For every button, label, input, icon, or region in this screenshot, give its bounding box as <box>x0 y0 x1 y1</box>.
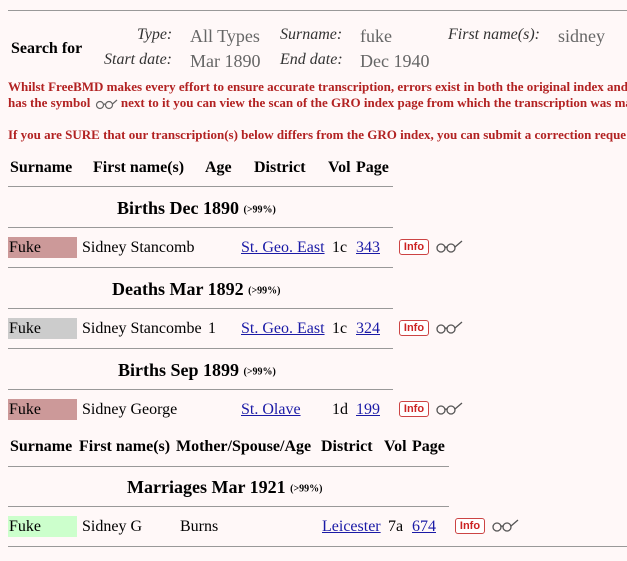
district-link[interactable]: Leicester <box>322 518 381 536</box>
col-vol-header: Vol <box>384 438 407 455</box>
start-date-value: Mar 1890 <box>190 51 261 71</box>
vol-cell: 1c <box>332 239 348 256</box>
scan-glasses-icon[interactable] <box>490 517 520 533</box>
end-date-label: End date: <box>280 51 343 68</box>
surname-cell: Fuke <box>9 518 41 535</box>
col-page-header: Page <box>412 438 445 455</box>
firstnames-value: sidney <box>558 26 605 46</box>
scan-glasses-icon[interactable] <box>434 400 464 416</box>
section-title: Births Dec 1890 (>99%) <box>117 198 276 218</box>
section-title: Deaths Mar 1892 (>99%) <box>112 279 281 299</box>
info-button[interactable]: Info <box>455 518 485 534</box>
col-surname-header: Surname <box>10 438 73 455</box>
scan-glasses-icon[interactable] <box>434 319 464 335</box>
rule <box>8 466 449 467</box>
end-date-value: Dec 1940 <box>360 51 430 71</box>
section-title: Births Sep 1899 (>99%) <box>118 360 276 380</box>
rule <box>8 186 393 187</box>
age-cell: 1 <box>208 320 216 337</box>
notice-line-2: has the symbol next to it you can view t… <box>8 95 627 111</box>
col-district-header: District <box>321 438 373 455</box>
surname-cell: Fuke <box>9 239 41 256</box>
col-page-header: Page <box>356 159 389 176</box>
info-button[interactable]: Info <box>399 320 429 336</box>
district-link[interactable]: St. Olave <box>241 401 301 419</box>
notice-line-2a: has the symbol <box>8 95 91 110</box>
firstname-cell: Sidney G <box>82 518 142 535</box>
type-label: Type: <box>137 26 173 43</box>
rule <box>8 267 393 268</box>
firstname-cell: Sidney Stancombe <box>82 320 202 337</box>
surname-cell: Fuke <box>9 320 41 337</box>
firstname-cell: Sidney George <box>82 401 178 418</box>
page-link[interactable]: 199 <box>356 401 380 419</box>
rule <box>8 348 393 349</box>
rule <box>8 308 393 309</box>
page-link[interactable]: 343 <box>356 239 380 257</box>
page-link[interactable]: 324 <box>356 320 380 338</box>
vol-cell: 1c <box>332 320 348 337</box>
start-date-label: Start date: <box>104 51 172 68</box>
surname-label: Surname: <box>280 26 343 43</box>
firstnames-label: First name(s): <box>448 26 540 43</box>
col-mother-spouse-age-header: Mother/Spouse/Age <box>176 438 312 455</box>
search-for-title: Search for <box>11 40 83 57</box>
surname-value: fuke <box>360 26 392 46</box>
vol-cell: 7a <box>388 518 404 535</box>
notice-line-1: Whilst FreeBMD makes every effort to ens… <box>8 79 627 94</box>
rule <box>8 389 393 390</box>
col-district-header: District <box>254 159 306 176</box>
col-vol-header: Vol <box>328 159 351 176</box>
district-link[interactable]: St. Geo. East <box>241 320 325 338</box>
district-link[interactable]: St. Geo. East <box>241 239 325 257</box>
surname-cell: Fuke <box>9 401 41 418</box>
section-title: Marriages Mar 1921 (>99%) <box>127 477 323 497</box>
notice-line-3: If you are SURE that our transcription(s… <box>8 127 627 142</box>
col-firstnames-header: First name(s) <box>79 438 171 455</box>
glasses-icon <box>95 99 118 110</box>
notice-line-2b: next to it you can view the scan of the … <box>120 95 627 110</box>
col-age-header: Age <box>205 159 232 176</box>
type-value: All Types <box>190 26 260 46</box>
rule <box>8 506 449 507</box>
bottom-rule <box>8 546 627 547</box>
page-link[interactable]: 674 <box>412 518 436 536</box>
mother-spouse-cell: Burns <box>180 518 219 535</box>
info-button[interactable]: Info <box>399 239 429 255</box>
info-button[interactable]: Info <box>399 401 429 417</box>
firstname-cell: Sidney Stancomb <box>82 239 195 256</box>
rule <box>8 227 393 228</box>
vol-cell: 1d <box>332 401 348 418</box>
col-surname-header: Surname <box>10 159 73 176</box>
top-rule <box>8 10 627 11</box>
scan-glasses-icon[interactable] <box>434 238 464 254</box>
col-firstnames-header: First name(s) <box>93 159 185 176</box>
